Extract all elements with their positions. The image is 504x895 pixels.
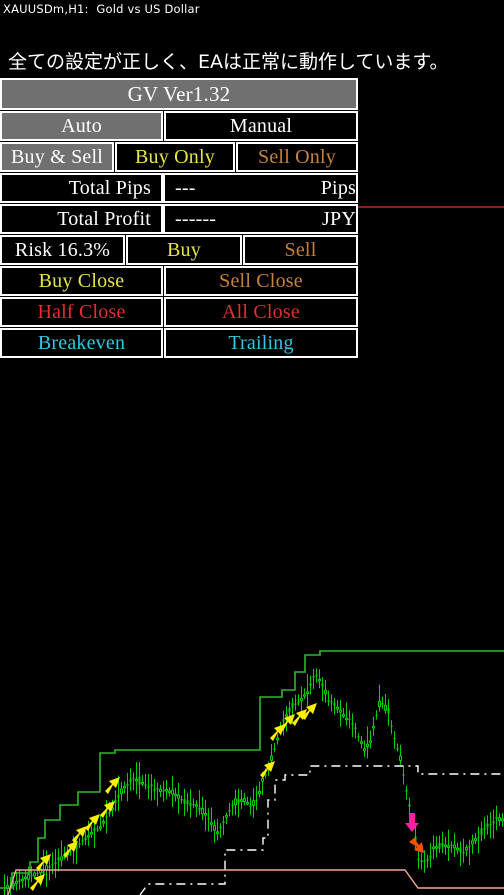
all-close-button[interactable]: All Close bbox=[164, 297, 358, 327]
total-pips-unit: Pips bbox=[320, 176, 356, 199]
risk-label: Risk 16.3% bbox=[0, 235, 125, 265]
price-level-line-red bbox=[356, 206, 504, 208]
breakeven-trailing-row: Breakeven Trailing bbox=[0, 328, 358, 358]
panel-title-row: GV Ver1.32 bbox=[0, 78, 358, 110]
total-profit-row: Total Profit ------ JPY bbox=[0, 204, 358, 234]
chart-symbol-label: XAUUSDm,H1: Gold vs US Dollar bbox=[3, 2, 200, 16]
chart-background bbox=[0, 600, 504, 895]
risk-trade-row: Risk 16.3% Buy Sell bbox=[0, 235, 358, 265]
sell-only-button[interactable]: Sell Only bbox=[236, 142, 358, 172]
mode-row: Auto Manual bbox=[0, 111, 358, 141]
ea-control-panel: GV Ver1.32 Auto Manual Buy & Sell Buy On… bbox=[0, 78, 358, 359]
close-row: Buy Close Sell Close bbox=[0, 266, 358, 296]
buy-close-button[interactable]: Buy Close bbox=[0, 266, 163, 296]
total-profit-value-cell: ------ JPY bbox=[163, 204, 358, 234]
price-chart[interactable] bbox=[0, 600, 504, 895]
total-profit-label: Total Profit bbox=[0, 204, 163, 234]
trailing-button[interactable]: Trailing bbox=[164, 328, 358, 358]
chart-canvas[interactable] bbox=[0, 600, 504, 895]
breakeven-button[interactable]: Breakeven bbox=[0, 328, 163, 358]
auto-button[interactable]: Auto bbox=[0, 111, 163, 141]
half-all-close-row: Half Close All Close bbox=[0, 297, 358, 327]
total-pips-row: Total Pips --- Pips bbox=[0, 173, 358, 203]
sell-close-button[interactable]: Sell Close bbox=[164, 266, 358, 296]
direction-row: Buy & Sell Buy Only Sell Only bbox=[0, 142, 358, 172]
total-pips-value-cell: --- Pips bbox=[163, 173, 358, 203]
total-pips-label: Total Pips bbox=[0, 173, 163, 203]
sell-button[interactable]: Sell bbox=[243, 235, 358, 265]
buy-only-button[interactable]: Buy Only bbox=[115, 142, 235, 172]
buy-and-sell-button[interactable]: Buy & Sell bbox=[0, 142, 114, 172]
panel-title: GV Ver1.32 bbox=[0, 78, 358, 110]
ea-status-message: 全ての設定が正しく、EAは正常に動作しています。 bbox=[8, 51, 449, 73]
half-close-button[interactable]: Half Close bbox=[0, 297, 163, 327]
total-profit-value: ------ bbox=[175, 207, 217, 230]
manual-button[interactable]: Manual bbox=[164, 111, 358, 141]
total-profit-unit: JPY bbox=[322, 207, 356, 230]
total-pips-value: --- bbox=[175, 176, 196, 199]
buy-button[interactable]: Buy bbox=[126, 235, 242, 265]
